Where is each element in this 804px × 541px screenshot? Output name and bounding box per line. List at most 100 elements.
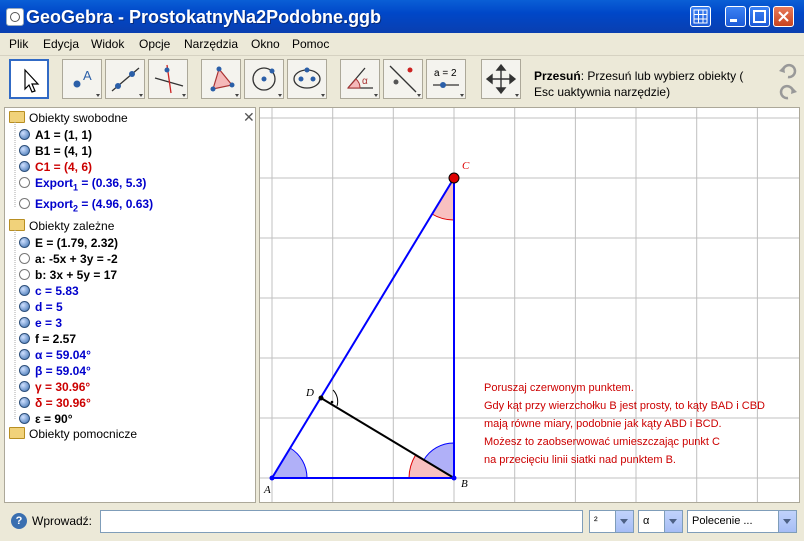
visibility-toggle-icon[interactable] [19,285,30,296]
angle-tool-button[interactable]: α [340,59,380,99]
algebra-item-text: d = 5 [35,300,63,314]
menu-file[interactable]: Plik [9,37,28,51]
menu-options[interactable]: Opcje [139,37,170,51]
slider-tool-button[interactable]: a = 2 [426,59,466,99]
svg-text:α: α [362,76,368,87]
visibility-toggle-icon[interactable] [19,397,30,408]
visibility-toggle-icon[interactable] [19,237,30,248]
symbol-combo[interactable]: ² [589,510,634,533]
move-view-icon [485,63,519,97]
move-view-tool-button[interactable] [481,59,521,99]
graphics-canvas[interactable]: A B C D Poruszaj czerwonym punktem. Gdy … [260,108,800,503]
folder-auxiliary-objects[interactable]: Obiekty pomocnicze [9,427,137,441]
visibility-toggle-icon[interactable] [19,333,30,344]
command-input[interactable] [100,510,583,533]
algebra-item[interactable]: γ = 30.96° [19,380,91,394]
help-icon[interactable]: ? [11,513,27,529]
tree-lines [14,122,16,419]
visibility-toggle-icon[interactable] [19,253,30,264]
chevron-down-icon[interactable] [615,511,633,532]
chevron-down-icon[interactable] [778,511,796,532]
visibility-toggle-icon[interactable] [19,349,30,360]
visibility-toggle-icon[interactable] [19,198,30,209]
visibility-toggle-icon[interactable] [19,269,30,280]
algebra-item[interactable]: d = 5 [19,300,63,314]
symbol-combo-value: ² [594,515,598,527]
grid-icon[interactable] [690,6,711,27]
algebra-item[interactable]: δ = 30.96° [19,396,91,410]
graphics-view[interactable]: A B C D Poruszaj czerwonym punktem. Gdy … [259,107,800,503]
perpendicular-tool-button[interactable] [148,59,188,99]
algebra-item-text: E = (1.79, 2.32) [35,236,119,250]
algebra-item[interactable]: A1 = (1, 1) [19,128,92,142]
chevron-down-icon[interactable] [664,511,682,532]
altitude-bd[interactable] [320,397,455,479]
algebra-item-text: f = 2.57 [35,332,77,346]
point-tool-button[interactable]: A [62,59,102,99]
algebra-item[interactable]: e = 3 [19,316,62,330]
angle-alpha-sector[interactable] [271,447,308,479]
algebra-item[interactable]: α = 59.04° [19,348,91,362]
point-a[interactable] [269,475,275,481]
menu-edit[interactable]: Edycja [43,37,79,51]
algebra-item[interactable]: b: 3x + 5y = 17 [19,268,118,282]
menu-view[interactable]: Widok [91,37,124,51]
visibility-toggle-icon[interactable] [19,381,30,392]
menu-tools[interactable]: Narzędzia [184,37,238,51]
algebra-item-text: α = 59.04° [35,348,91,362]
svg-text:A: A [83,68,92,83]
point-d[interactable] [318,395,324,401]
algebra-item[interactable]: β = 59.04° [19,364,91,378]
visibility-toggle-icon[interactable] [19,161,30,172]
angle-epsilon-arc[interactable] [332,389,339,407]
minimize-button[interactable] [725,6,746,27]
algebra-item-text: C1 = (4, 6) [35,160,93,174]
greek-combo[interactable]: α [638,510,683,533]
algebra-item[interactable]: C1 = (4, 6) [19,160,93,174]
cursor-icon [24,68,40,93]
visibility-toggle-icon[interactable] [19,301,30,312]
close-button[interactable] [773,6,794,27]
algebra-item[interactable]: a: -5x + 3y = -2 [19,252,118,266]
conic-tool-button[interactable] [287,59,327,99]
visibility-toggle-icon[interactable] [19,177,30,188]
menu-window[interactable]: Okno [251,37,280,51]
command-combo[interactable]: Polecenie ... [687,510,797,533]
algebra-item[interactable]: E = (1.79, 2.32) [19,236,119,250]
polygon-tool-button[interactable] [201,59,241,99]
visibility-toggle-icon[interactable] [19,145,30,156]
command-combo-value: Polecenie ... [692,515,753,527]
geogebra-app-icon[interactable] [6,8,24,26]
label-c: C [462,160,470,172]
title-bar[interactable]: GeoGebra - ProstokatnyNa2Podobne.ggb [0,0,804,33]
label-b: B [461,478,468,490]
algebra-item[interactable]: B1 = (4, 1) [19,144,92,158]
algebra-item[interactable]: c = 5.83 [19,284,79,298]
greek-combo-value: α [643,515,650,527]
segment-ac[interactable] [271,177,455,479]
visibility-toggle-icon[interactable] [19,317,30,328]
reflect-tool-button[interactable] [383,59,423,99]
point-b[interactable] [451,475,457,481]
maximize-button[interactable] [749,6,770,27]
algebra-item[interactable]: f = 2.57 [19,332,77,346]
algebra-item-text: b: 3x + 5y = 17 [35,268,118,282]
algebra-item[interactable]: Export1 = (0.36, 5.3) [19,176,147,193]
visibility-toggle-icon[interactable] [19,413,30,424]
redo-icon[interactable] [778,83,798,101]
circle-tool-button[interactable] [244,59,284,99]
visibility-toggle-icon[interactable] [19,129,30,140]
undo-icon[interactable] [778,62,798,80]
algebra-item[interactable]: ε = 90° [19,412,73,426]
move-tool-button[interactable] [9,59,49,99]
note-line-5: na przecięciu linii siatki nad punktem B… [484,454,676,466]
menu-help[interactable]: Pomoc [292,37,329,51]
point-c[interactable] [448,172,460,184]
label-d: D [305,387,314,399]
line-tool-button[interactable] [105,59,145,99]
visibility-toggle-icon[interactable] [19,365,30,376]
algebra-item-text: Export1 = (0.36, 5.3) [35,176,147,193]
algebra-item[interactable]: Export2 = (4.96, 0.63) [19,197,153,213]
algebra-item-text: γ = 30.96° [35,380,91,394]
close-icon[interactable]: ✕ [243,109,255,126]
